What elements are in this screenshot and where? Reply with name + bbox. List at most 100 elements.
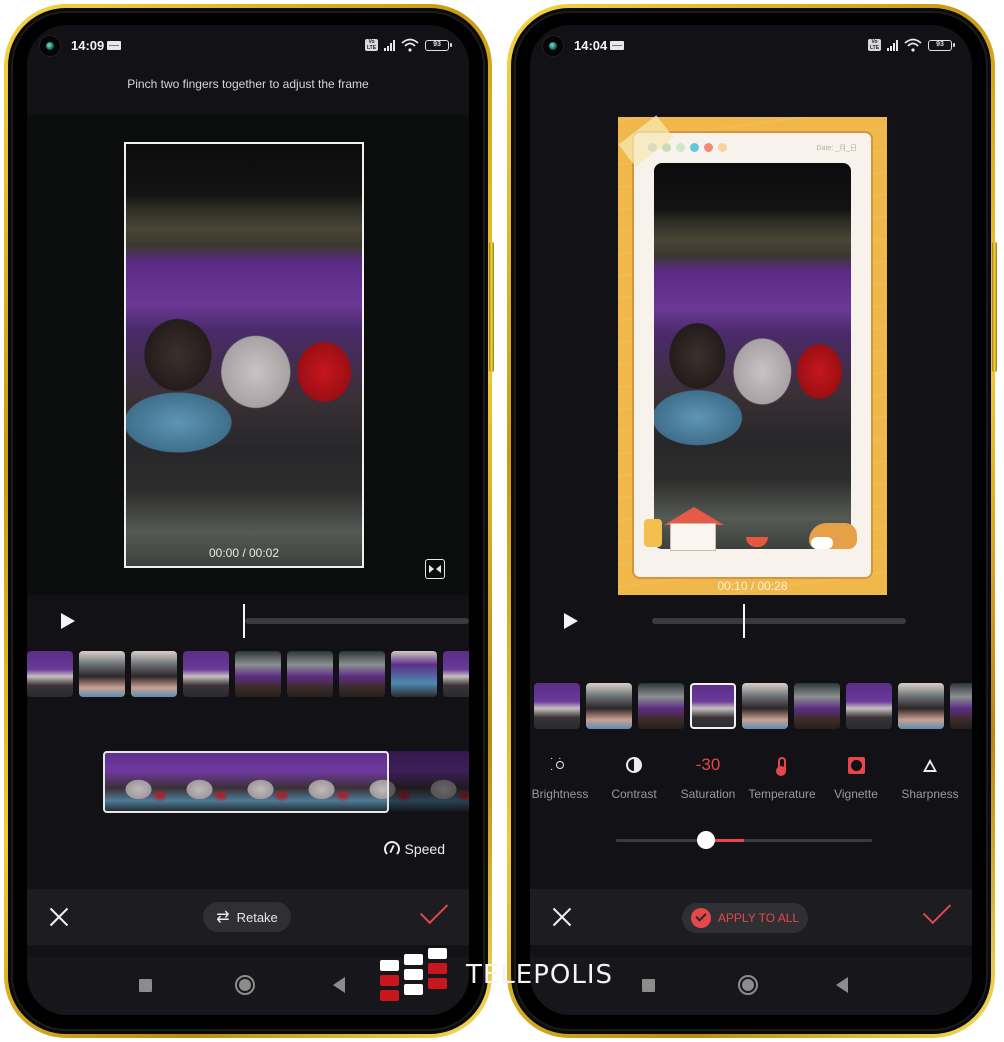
thumbnail-strip[interactable] [534,683,972,729]
video-thumbnail[interactable] [339,651,385,697]
video-thumbnail[interactable] [534,683,580,729]
apply-to-all-label: APPLY TO ALL [717,911,800,925]
battery-icon: 93 [425,39,452,51]
scrub-track[interactable] [652,618,906,624]
action-bar: ⇄ Retake [27,889,469,945]
frame-dot [690,143,699,152]
front-camera [39,35,61,57]
sun-icon [550,753,569,775]
signal-icon [887,39,898,51]
tool-icon-wrap [776,755,786,776]
playhead[interactable] [743,604,746,638]
phone-left: 14:09 Vo LTE 93 Pinch two fingers togethe… [4,4,494,1038]
retake-button[interactable]: ⇄ Retake [203,902,291,932]
video-frame-image [654,163,851,549]
video-thumbnail[interactable] [183,651,229,697]
adjust-slider-track[interactable] [616,839,872,842]
fit-frame-icon[interactable] [425,559,445,579]
video-preview-with-frame[interactable]: Date: _月_日 00:10 / 00:28 [618,115,887,595]
video-thumbnail[interactable] [391,651,437,697]
telepolis-logo-icon [380,948,448,1002]
adjust-slider-knob[interactable] [696,831,715,849]
tool-value: -30 [695,755,721,774]
notification-icon [610,41,624,50]
action-bar: APPLY TO ALL [530,889,972,945]
video-thumbnail[interactable] [638,683,684,729]
thumbnail-strip[interactable] [27,651,469,697]
clip-trim-selection[interactable] [103,751,389,813]
timecode: 00:10 / 00:28 [717,579,788,593]
home-icon[interactable] [738,975,758,995]
volte-icon: Vo LTE [868,39,881,51]
side-button [489,242,494,372]
tool-label: Vignette [834,787,878,801]
screen-right: 14:04 Vo LTE 93 Date: _月_日 00:10 / 00:28… [530,25,972,1015]
close-icon[interactable] [552,907,572,927]
video-thumbnail[interactable] [131,651,177,697]
notification-icon [107,41,121,50]
play-icon[interactable] [61,613,75,629]
playhead[interactable] [243,604,245,638]
video-thumbnail[interactable] [950,683,972,729]
decorative-frame: Date: _月_日 [632,131,873,579]
telepolis-wordmark: TELEPOLIS [466,960,614,990]
recents-icon[interactable] [139,979,152,992]
status-bar: 14:09 Vo LTE 93 [27,25,469,65]
tool-contrast[interactable]: Contrast [597,755,671,801]
swap-icon: ⇄ [216,909,230,926]
status-time: 14:04 [574,38,608,53]
video-thumbnail[interactable] [898,683,944,729]
video-thumbnail[interactable] [443,651,469,697]
tool-label: Sharpness [901,787,959,801]
confirm-check-icon[interactable] [419,895,449,925]
tool-brightness[interactable]: Brightness [530,753,597,801]
speed-label: Speed [404,841,445,857]
home-icon[interactable] [235,975,255,995]
close-icon[interactable] [49,907,69,927]
video-thumbnail[interactable] [586,683,632,729]
signal-icon [384,39,395,51]
video-thumbnail[interactable] [794,683,840,729]
tool-icon-wrap [626,755,642,775]
back-icon[interactable] [836,977,848,993]
tool-saturation[interactable]: -30 Saturation [671,755,745,801]
video-thumbnail[interactable] [79,651,125,697]
wifi-icon [401,38,419,52]
scrub-track[interactable] [245,618,469,624]
video-thumbnail[interactable] [235,651,281,697]
thermometer-icon [776,757,786,776]
tool-label: Brightness [531,787,589,801]
apply-to-all-button[interactable]: APPLY TO ALL [682,903,808,933]
tool-icon-wrap [923,755,937,775]
tool-label: Temperature [748,787,816,801]
video-thumbnail[interactable] [742,683,788,729]
tool-icon-wrap [550,753,569,775]
video-thumbnail[interactable] [690,683,736,729]
doghouse-sticker [664,507,724,551]
corgi-sticker [809,523,857,549]
screen-left: 14:09 Vo LTE 93 Pinch two fingers togethe… [27,25,469,1015]
tool-sharpness[interactable]: Sharpness [893,755,967,801]
tool-label: Contrast [611,787,657,801]
wifi-icon [904,38,922,52]
video-thumbnail[interactable] [846,683,892,729]
frame-dot [718,143,727,152]
recents-icon[interactable] [642,979,655,992]
speed-button[interactable]: Speed [383,841,445,857]
tool-label: Saturation [680,787,736,801]
video-preview[interactable]: 00:00 / 00:02 [124,142,364,568]
retake-label: Retake [236,909,278,925]
confirm-check-icon[interactable] [922,895,952,925]
back-icon[interactable] [333,977,345,993]
tool-temperature[interactable]: Temperature [745,755,819,801]
triangle-icon [923,758,937,772]
video-preview-area: 00:00 / 00:02 [27,115,469,595]
status-time: 14:09 [71,38,105,53]
vignette-icon [847,756,865,774]
telepolis-watermark: TELEPOLIS [380,948,613,1002]
play-icon[interactable] [564,613,578,629]
food-bag-sticker [644,519,662,547]
video-thumbnail[interactable] [27,651,73,697]
tool-vignette[interactable]: Vignette [819,755,893,801]
video-thumbnail[interactable] [287,651,333,697]
